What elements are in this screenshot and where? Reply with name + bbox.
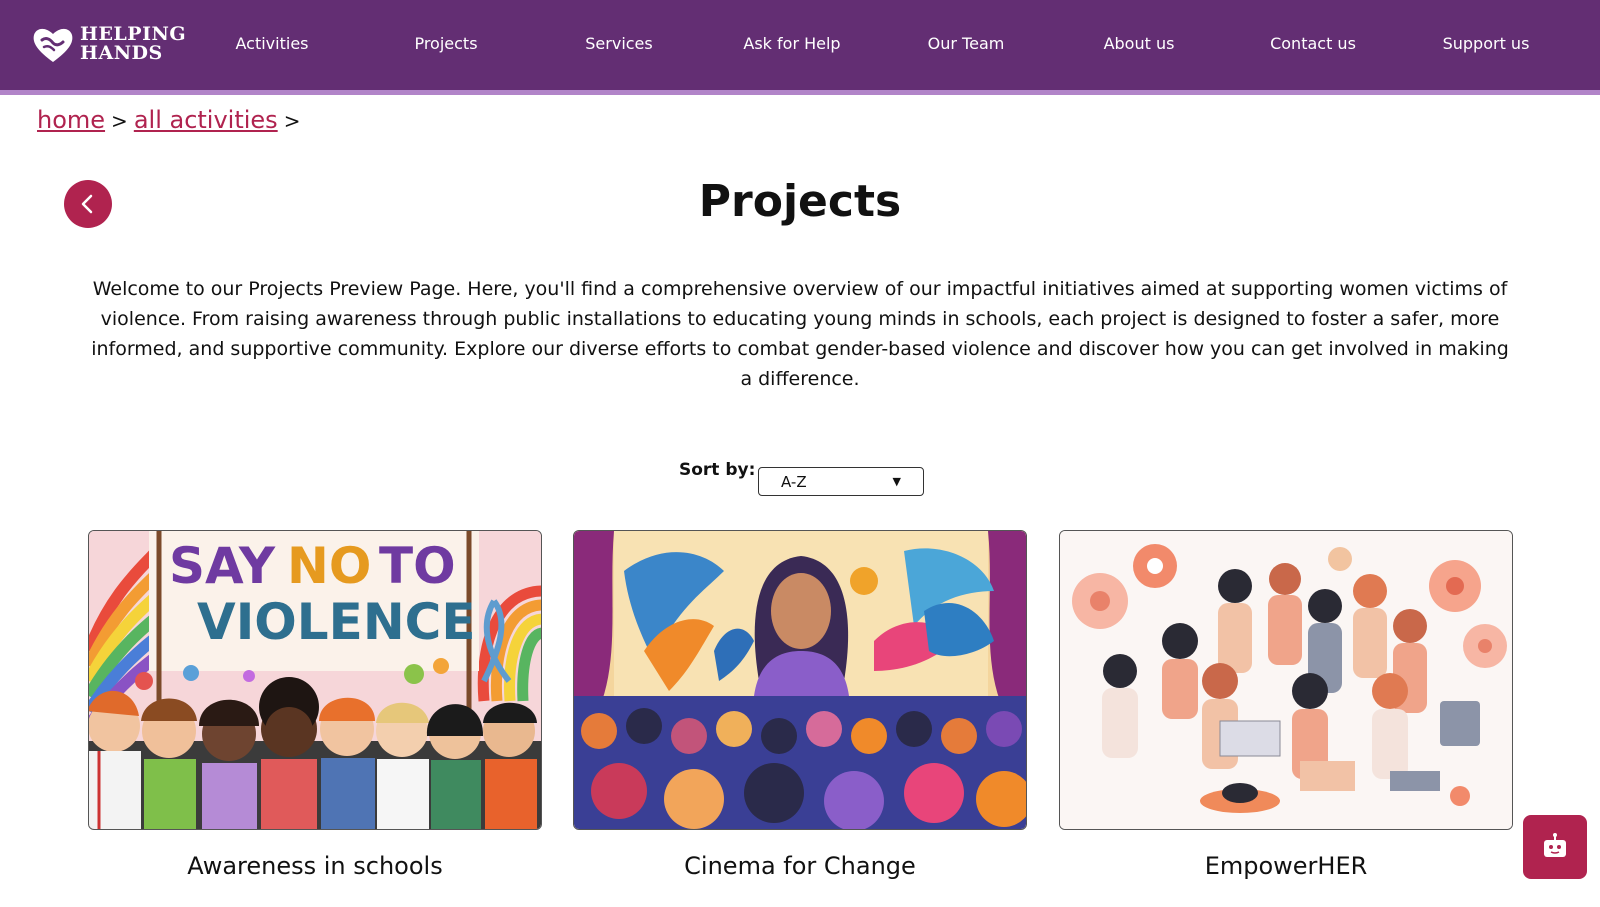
nav-about-us[interactable]: About us	[1054, 34, 1224, 53]
sort-selected-value: A-Z	[781, 472, 807, 491]
nav-support-us[interactable]: Support us	[1401, 34, 1571, 53]
project-card-cinema[interactable]: Cinema for Change	[573, 530, 1027, 880]
project-image-awareness[interactable]: SAY NO TO VIOLENCE	[88, 530, 542, 830]
nav-activities[interactable]: Activities	[187, 34, 357, 53]
nav-projects[interactable]: Projects	[361, 34, 531, 53]
chatbot-icon	[1544, 833, 1566, 857]
nav-our-team[interactable]: Our Team	[881, 34, 1051, 53]
banner-word-say: SAY	[169, 537, 276, 595]
breadcrumb-home-link[interactable]: home	[37, 106, 105, 134]
sort-label: Sort by:	[679, 460, 756, 480]
banner-word-no: NO	[287, 537, 371, 595]
project-card-awareness[interactable]: SAY NO TO VIOLENCE Awareness in schools	[88, 530, 542, 880]
page-title: Projects	[698, 176, 902, 227]
main-nav: Activities Projects Services Ask for Hel…	[0, 0, 1600, 90]
breadcrumb: home > all activities >	[37, 106, 306, 134]
project-title-cinema[interactable]: Cinema for Change	[573, 852, 1027, 880]
breadcrumb-separator: >	[111, 109, 128, 133]
chevron-down-icon: ▼	[892, 475, 901, 488]
header-stripe	[0, 90, 1600, 95]
banner-word-to: TO	[379, 537, 456, 595]
kids-banner-illustration: SAY NO TO VIOLENCE	[89, 531, 541, 829]
project-card-empowerher[interactable]: EmpowerHER	[1059, 530, 1513, 880]
project-title-awareness[interactable]: Awareness in schools	[88, 852, 542, 880]
intro-paragraph: Welcome to our Projects Preview Page. He…	[91, 278, 1509, 390]
breadcrumb-separator: >	[283, 109, 301, 133]
project-image-empowerher[interactable]	[1059, 530, 1513, 830]
project-image-cinema[interactable]	[573, 530, 1027, 830]
project-title-empowerher[interactable]: EmpowerHER	[1059, 852, 1513, 880]
breadcrumb-all-activities-link[interactable]: all activities	[134, 106, 278, 134]
sort-select[interactable]: A-Z ▼	[758, 467, 924, 496]
banner-word-violence: VIOLENCE	[197, 593, 476, 651]
nav-contact-us[interactable]: Contact us	[1228, 34, 1398, 53]
nav-ask-for-help[interactable]: Ask for Help	[707, 34, 877, 53]
women-group-illustration	[1060, 531, 1512, 829]
chatbot-button[interactable]	[1523, 815, 1587, 879]
cinema-illustration	[574, 531, 1026, 829]
nav-services[interactable]: Services	[534, 34, 704, 53]
